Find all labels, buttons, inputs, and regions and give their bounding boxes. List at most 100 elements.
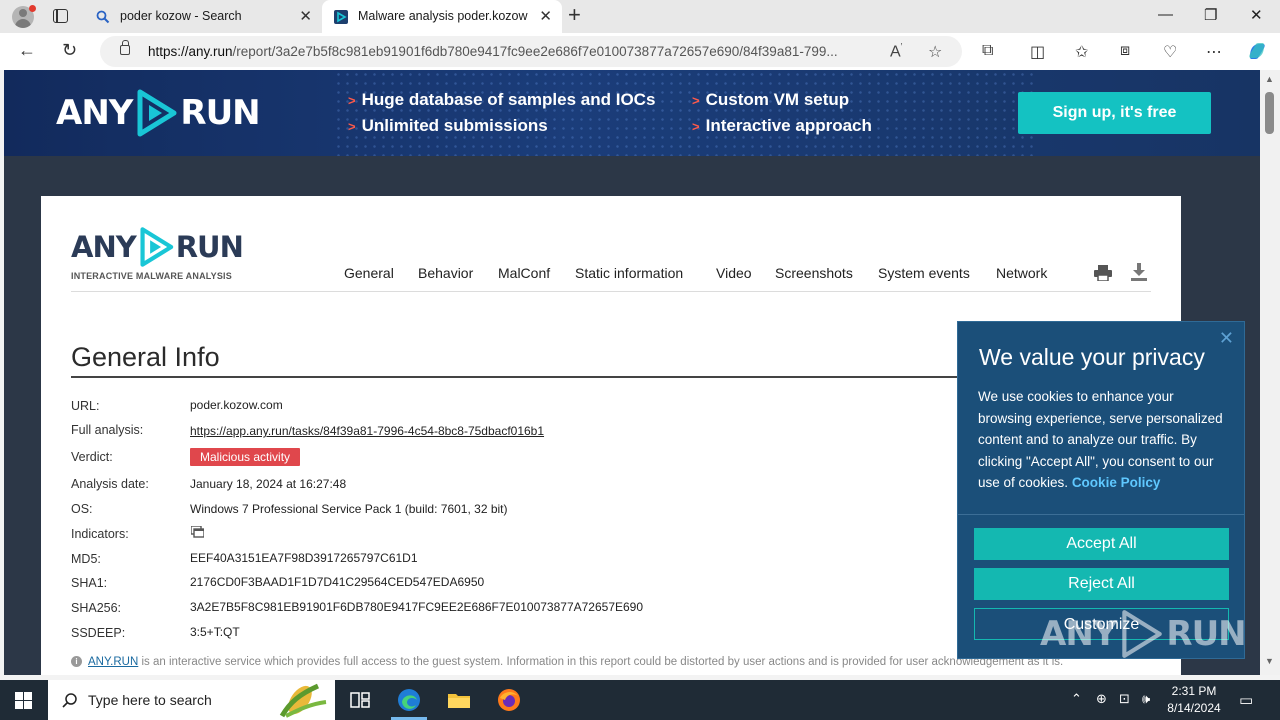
play-logo-icon — [137, 89, 177, 137]
url-value: poder.kozow.com — [190, 398, 283, 412]
favorites-icon[interactable]: ✩ — [1075, 42, 1088, 62]
signup-button[interactable]: Sign up, it's free — [1018, 92, 1211, 134]
anyrun-link[interactable]: ANY.RUN — [88, 656, 138, 668]
os-value: Windows 7 Professional Service Pack 1 (b… — [190, 502, 508, 516]
firefox-icon[interactable] — [497, 688, 521, 712]
tab-malware-analysis[interactable]: Malware analysis poder.kozow.com ✕ — [322, 0, 562, 33]
network-status-icon[interactable]: ⊕ — [1096, 691, 1107, 707]
tab-search[interactable]: poder kozow - Search ✕ — [84, 0, 322, 33]
task-view-icon[interactable] — [348, 688, 372, 712]
wifi-icon[interactable]: ⊡ — [1119, 691, 1130, 707]
anyrun-favicon-icon — [334, 10, 348, 24]
info-icon: i — [71, 656, 82, 667]
nav-network[interactable]: Network — [996, 265, 1047, 281]
download-icon[interactable] — [1131, 263, 1147, 281]
nav-general[interactable]: General — [344, 265, 394, 281]
volume-icon[interactable]: 🕪 — [1142, 691, 1150, 707]
reject-all-button[interactable]: Reject All — [974, 568, 1229, 600]
report-logo[interactable]: ANY RUN INTERACTIVE MALWARE ANALYSIS — [71, 226, 244, 281]
logo-subtitle: INTERACTIVE MALWARE ANALYSIS — [71, 271, 232, 281]
world-map-decoration — [334, 70, 1034, 156]
nav-static-information[interactable]: Static information — [575, 265, 683, 281]
url-label: URL: — [71, 399, 100, 413]
new-tab-icon[interactable]: + — [568, 4, 581, 26]
logo-text-run: RUN — [175, 230, 244, 264]
customize-button[interactable]: Customize — [974, 608, 1229, 640]
clock-date: 8/14/2024 — [1167, 701, 1221, 715]
section-title: General Info — [71, 342, 220, 372]
file-explorer-icon[interactable] — [447, 688, 471, 712]
windows-start-icon[interactable] — [15, 692, 32, 709]
analysis-date-value: January 18, 2024 at 16:27:48 — [190, 477, 347, 491]
indicator-windows-icon — [191, 526, 204, 538]
logo-text-any: ANY — [56, 93, 133, 133]
corn-illustration-icon — [279, 683, 327, 718]
ssdeep-label: SSDEEP: — [71, 626, 126, 640]
cookie-consent-dialog: ✕ We value your privacy We use cookies t… — [957, 321, 1245, 659]
edge-browser-icon[interactable] — [397, 688, 421, 712]
sha256-value: 3A2E7B5F8C981EB91901F6DB780E9417FC9EE2E6… — [190, 600, 644, 614]
minimize-icon[interactable]: — — [1158, 6, 1173, 23]
verdict-badge: Malicious activity — [190, 448, 301, 466]
nav-system-events[interactable]: System events — [878, 265, 970, 281]
notifications-icon[interactable]: ▭ — [1239, 691, 1253, 709]
cookie-divider — [958, 514, 1244, 515]
back-arrow-icon[interactable]: ← — [18, 40, 36, 61]
clock-time: 2:31 PM — [1171, 684, 1217, 698]
banner-logo[interactable]: ANY RUN — [56, 88, 261, 138]
browser-essentials-icon[interactable]: ♡ — [1163, 42, 1177, 62]
page-scrollbar[interactable]: ▲ ▼ — [1260, 70, 1280, 675]
tab-label: poder kozow - Search — [120, 9, 242, 23]
verdict-label: Verdict: — [71, 450, 113, 464]
nav-video[interactable]: Video — [716, 265, 752, 281]
collections-icon[interactable]: ⧈ — [1120, 42, 1130, 60]
read-aloud-icon[interactable]: Aʼ — [890, 42, 903, 61]
promo-banner[interactable]: ANY RUN > Huge database of samples and IO… — [4, 70, 1260, 156]
os-label: OS: — [71, 502, 93, 516]
more-menu-icon[interactable]: ⋯ — [1206, 42, 1222, 62]
restore-icon[interactable]: ❐ — [1204, 6, 1217, 24]
url-text[interactable]: https://any.run/report/3a2e7b5f8c981eb91… — [148, 44, 888, 59]
tab-actions-icon[interactable] — [53, 9, 68, 23]
system-clock[interactable]: 2:31 PM 8/14/2024 — [1163, 683, 1225, 717]
address-toolbar: ← ↻ https://any.run/report/3a2e7b5f8c981… — [0, 33, 1280, 70]
banner-feature: > Huge database of samples and IOCs — [348, 90, 656, 109]
refresh-icon[interactable]: ↻ — [62, 40, 77, 61]
banner-feature: > Unlimited submissions — [348, 116, 548, 135]
indicators-label: Indicators: — [71, 527, 129, 541]
play-logo-icon — [140, 227, 173, 267]
lock-icon[interactable] — [120, 40, 130, 55]
show-hidden-icons-icon[interactable]: ⌃ — [1071, 691, 1082, 707]
close-icon[interactable]: ✕ — [1219, 328, 1234, 349]
full-analysis-label: Full analysis: — [71, 423, 144, 437]
banner-feature: > Custom VM setup — [692, 90, 850, 109]
cookie-body: We use cookies to enhance your browsing … — [978, 389, 1223, 490]
nav-screenshots[interactable]: Screenshots — [775, 265, 853, 281]
copilot-icon[interactable] — [1246, 40, 1268, 62]
close-tab-icon[interactable]: ✕ — [539, 7, 552, 25]
ssdeep-value: 3:5+T:QT — [190, 625, 240, 639]
full-analysis-link[interactable]: https://app.any.run/tasks/84f39a81-7996-… — [190, 424, 544, 438]
md5-label: MD5: — [71, 552, 101, 566]
nav-malconf[interactable]: MalConf — [498, 265, 550, 281]
extensions-icon[interactable]: ⧉ — [982, 42, 993, 60]
logo-text-any: ANY — [71, 230, 137, 264]
close-window-icon[interactable]: ✕ — [1250, 6, 1263, 24]
menu-divider — [71, 291, 1151, 292]
md5-value: EEF40A3151EA7F98D3917265797C61D1 — [190, 551, 418, 565]
scroll-thumb[interactable] — [1265, 92, 1274, 134]
print-icon[interactable] — [1094, 265, 1112, 281]
scroll-down-icon[interactable]: ▼ — [1265, 656, 1274, 666]
address-bar[interactable]: https://any.run/report/3a2e7b5f8c981eb91… — [100, 36, 962, 67]
nav-behavior[interactable]: Behavior — [418, 265, 473, 281]
footnote: i ANY.RUN is an interactive service which… — [71, 656, 1063, 668]
cookie-policy-link[interactable]: Cookie Policy — [1072, 475, 1161, 490]
close-tab-icon[interactable]: ✕ — [299, 7, 312, 25]
favorite-star-icon[interactable]: ☆ — [928, 42, 942, 62]
split-screen-icon[interactable]: ◫ — [1030, 42, 1045, 62]
scroll-up-icon[interactable]: ▲ — [1265, 74, 1274, 84]
notification-dot-icon — [29, 5, 36, 12]
accept-all-button[interactable]: Accept All — [974, 528, 1229, 560]
taskbar-search-box[interactable]: Type here to search — [48, 680, 335, 720]
search-placeholder: Type here to search — [88, 692, 212, 708]
